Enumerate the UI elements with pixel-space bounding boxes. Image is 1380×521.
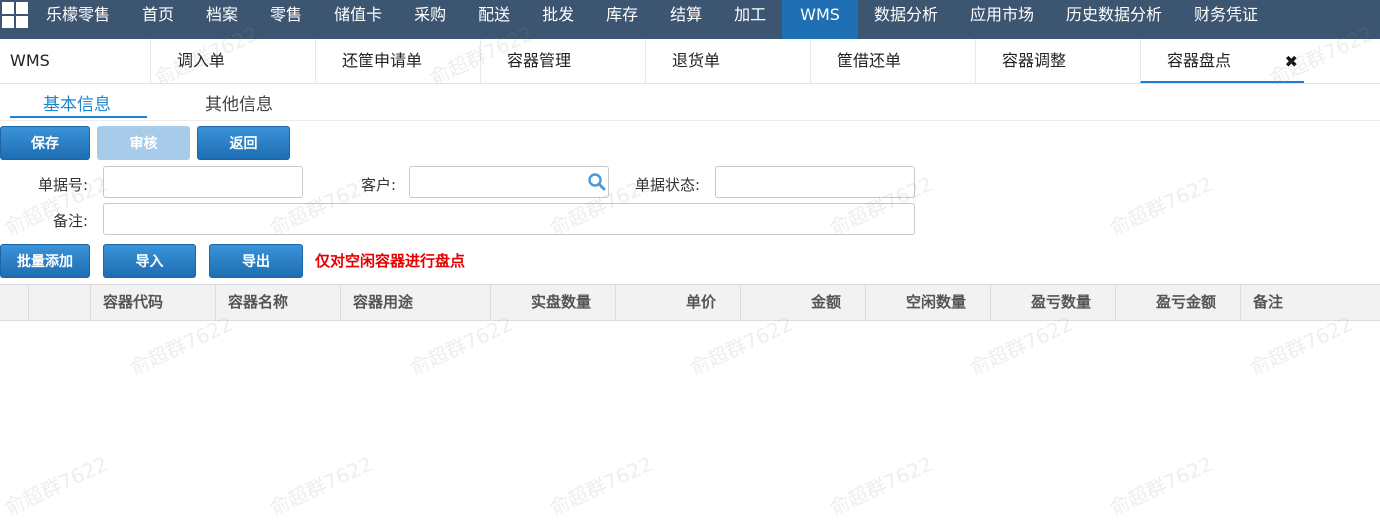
- doc-no-input[interactable]: [103, 166, 303, 198]
- column-header-unit-price[interactable]: 单价: [615, 285, 740, 320]
- nav-item-purchase[interactable]: 采购: [398, 0, 462, 39]
- save-button[interactable]: 保存: [0, 126, 90, 160]
- remark-input[interactable]: [103, 203, 915, 235]
- nav-item-distribution[interactable]: 配送: [462, 0, 526, 39]
- column-header-checkbox[interactable]: [0, 285, 28, 320]
- tab-return-order[interactable]: 退货单: [645, 39, 810, 83]
- column-header-container-usage[interactable]: 容器用途: [340, 285, 490, 320]
- idle-container-hint: 仅对空闲容器进行盘点: [315, 252, 466, 270]
- tab-container-management[interactable]: 容器管理: [480, 39, 645, 83]
- nav-item-processing[interactable]: 加工: [718, 0, 782, 39]
- top-navigation: 乐檬零售 首页 档案 零售 储值卡 采购 配送 批发 库存 结算 加工 WMS …: [0, 0, 1380, 39]
- column-header-idle-count[interactable]: 空闲数量: [865, 285, 990, 320]
- table-header: 容器代码 容器名称 容器用途 实盘数量 单价 金额 空闲数量 盈亏数量 盈亏金额…: [0, 284, 1380, 321]
- tab-label: 容器管理: [507, 51, 572, 70]
- watermark: 俞超群7622: [0, 451, 112, 521]
- column-header-remark[interactable]: 备注: [1240, 285, 1380, 320]
- doc-no-label: 单据号:: [37, 176, 88, 194]
- column-header-index: [28, 285, 90, 320]
- search-icon[interactable]: [587, 172, 607, 192]
- watermark: 俞超群7622: [1105, 171, 1217, 241]
- subtab-other-info[interactable]: 其他信息: [205, 90, 273, 115]
- nav-item-home[interactable]: 首页: [126, 0, 190, 39]
- column-header-profit-loss-count[interactable]: 盈亏数量: [990, 285, 1115, 320]
- tab-container-stocktake[interactable]: 容器盘点 ✖: [1140, 39, 1304, 83]
- export-button[interactable]: 导出: [209, 244, 303, 278]
- tab-label: 容器盘点: [1167, 51, 1232, 70]
- nav-item-settlement[interactable]: 结算: [654, 0, 718, 39]
- back-button[interactable]: 返回: [197, 126, 290, 160]
- customer-input[interactable]: [409, 166, 609, 198]
- column-header-profit-loss-amount[interactable]: 盈亏金额: [1115, 285, 1240, 320]
- nav-item-inventory[interactable]: 库存: [590, 0, 654, 39]
- watermark: 俞超群7622: [1105, 451, 1217, 521]
- app-grid-icon[interactable]: [0, 0, 40, 39]
- active-tab-indicator: [10, 116, 147, 118]
- tab-label: 筐借还单: [837, 51, 902, 70]
- tab-label: 调入单: [177, 51, 226, 70]
- column-header-amount[interactable]: 金额: [740, 285, 865, 320]
- column-header-container-code[interactable]: 容器代码: [90, 285, 215, 320]
- column-header-actual-count[interactable]: 实盘数量: [490, 285, 615, 320]
- tab-container-adjustment[interactable]: 容器调整: [975, 39, 1140, 83]
- watermark: 俞超群7622: [265, 451, 377, 521]
- doc-status-label: 单据状态:: [634, 176, 700, 194]
- close-icon[interactable]: ✖: [1285, 40, 1298, 84]
- tab-basket-borrow-return[interactable]: 筐借还单: [810, 39, 975, 83]
- subtab-basic-info[interactable]: 基本信息: [43, 90, 111, 115]
- doc-status-input[interactable]: [715, 166, 915, 198]
- customer-label: 客户:: [360, 176, 396, 194]
- nav-item-wms[interactable]: WMS: [782, 0, 858, 39]
- nav-item-finance-voucher[interactable]: 财务凭证: [1178, 0, 1274, 39]
- nav-item-stored-value-card[interactable]: 储值卡: [318, 0, 398, 39]
- nav-item-app-market[interactable]: 应用市场: [954, 0, 1050, 39]
- tab-label: 还筐申请单: [342, 51, 423, 70]
- module-tab-bar: WMS 调入单 还筐申请单 容器管理 退货单 筐借还单 容器调整 容器盘点 ✖: [0, 39, 1380, 84]
- nav-item-wholesale[interactable]: 批发: [526, 0, 590, 39]
- tab-basket-return-request[interactable]: 还筐申请单: [315, 39, 480, 83]
- tab-label: WMS: [10, 51, 50, 70]
- tab-wms[interactable]: WMS: [0, 39, 150, 83]
- tab-label: 退货单: [672, 51, 721, 70]
- import-button[interactable]: 导入: [103, 244, 196, 278]
- tab-transfer-in[interactable]: 调入单: [150, 39, 315, 83]
- nav-item-data-analysis[interactable]: 数据分析: [858, 0, 954, 39]
- nav-item-history-analysis[interactable]: 历史数据分析: [1050, 0, 1178, 39]
- tab-label: 容器调整: [1002, 51, 1067, 70]
- watermark: 俞超群7622: [825, 451, 937, 521]
- nav-item-lemeng[interactable]: 乐檬零售: [40, 0, 126, 39]
- sub-tab-bar: 基本信息 其他信息: [0, 84, 1380, 121]
- nav-item-archive[interactable]: 档案: [190, 0, 254, 39]
- column-header-container-name[interactable]: 容器名称: [215, 285, 340, 320]
- nav-item-retail[interactable]: 零售: [254, 0, 318, 39]
- batch-add-button[interactable]: 批量添加: [0, 244, 90, 278]
- remark-label: 备注:: [52, 212, 88, 230]
- watermark: 俞超群7622: [545, 451, 657, 521]
- audit-button[interactable]: 审核: [97, 126, 190, 160]
